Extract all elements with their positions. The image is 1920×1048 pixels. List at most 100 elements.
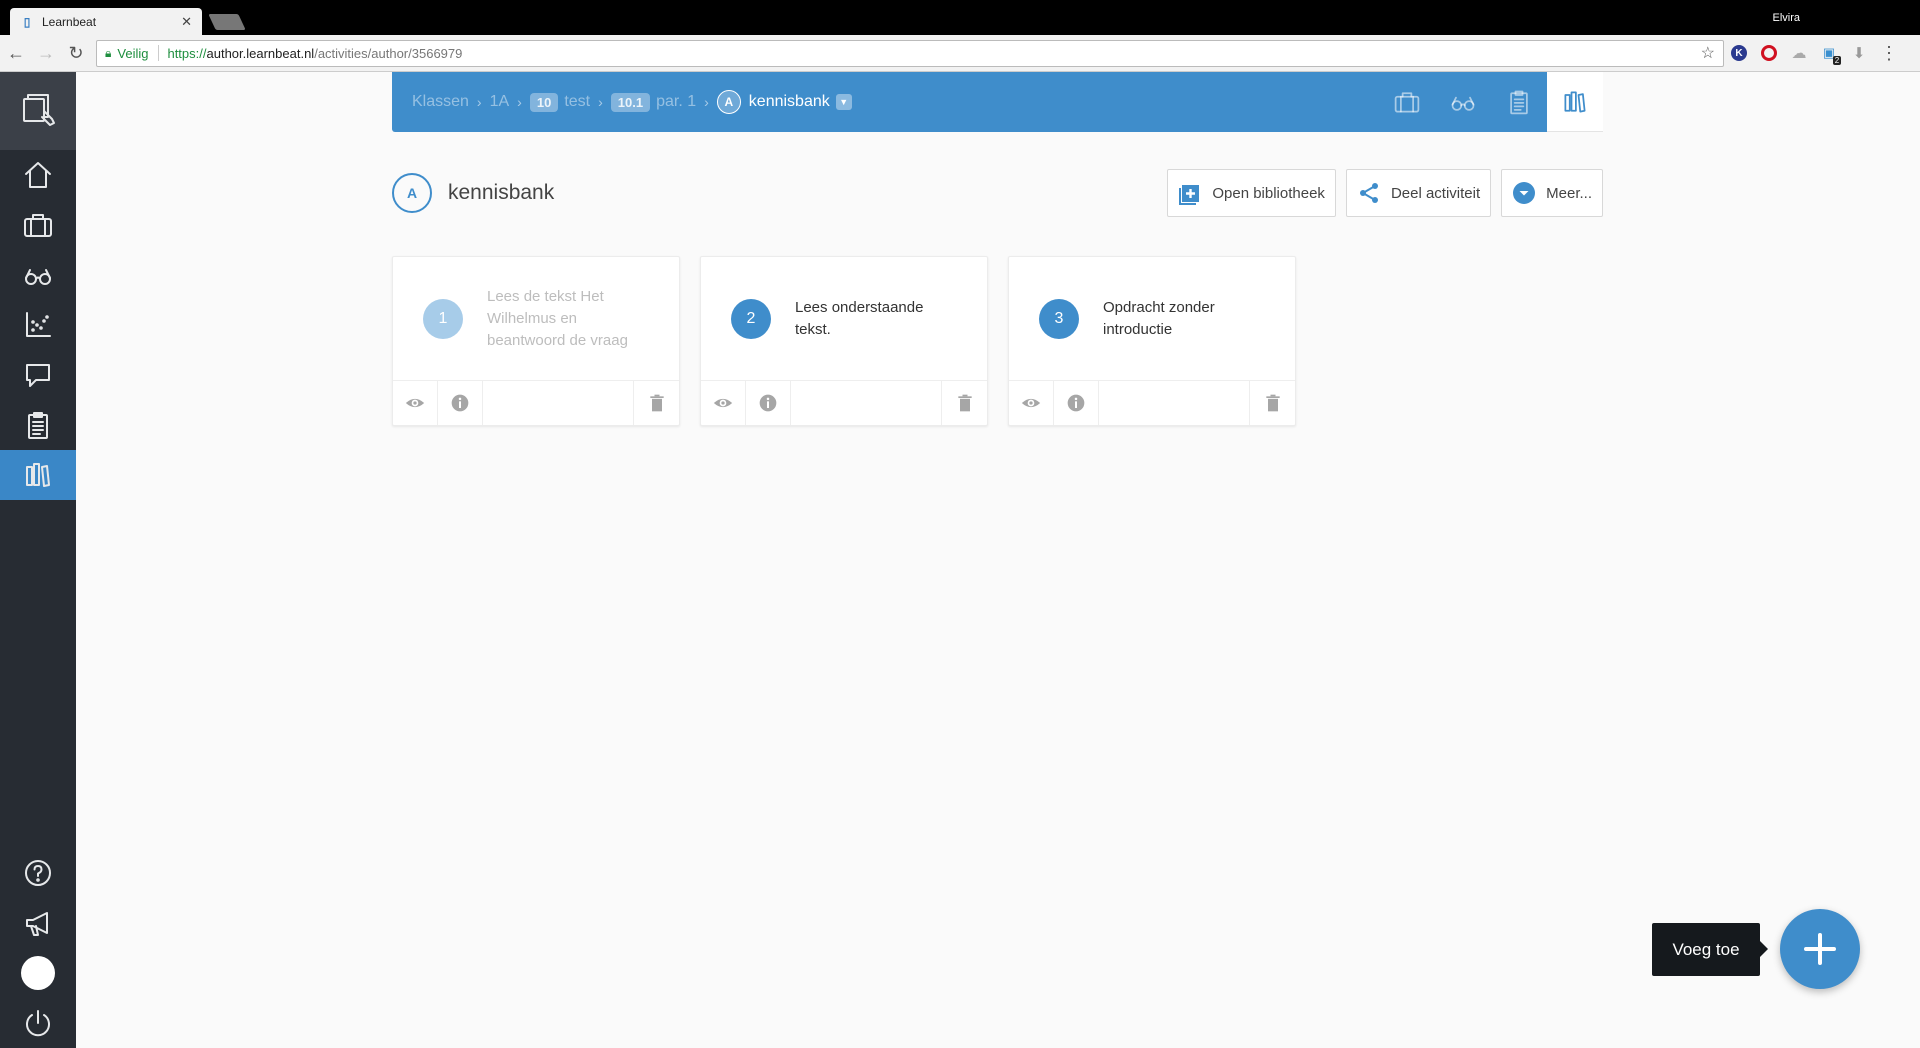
activity-letter-badge: A (716, 90, 741, 114)
chevron-down-icon[interactable]: ▼ (835, 94, 852, 110)
forward-arrow-icon[interactable]: → (32, 39, 60, 67)
trash-icon[interactable] (1250, 381, 1295, 425)
breadcrumb-current-label: kennisbank (748, 93, 830, 110)
lock-extension-icon[interactable]: ▣ 2 (1814, 45, 1844, 65)
breadcrumb-klassen[interactable]: Klassen (412, 93, 469, 111)
bookmark-star-icon[interactable]: ☆ (1701, 43, 1715, 63)
add-library-icon (1179, 185, 1200, 205)
card-actions (393, 380, 679, 425)
browser-menu-icon[interactable]: ⋮ (1874, 43, 1904, 64)
card-body[interactable]: 1 Lees de tekst Het Wilhelmus en beantwo… (393, 257, 679, 380)
activity-card[interactable]: 2 Lees onderstaande tekst. (700, 256, 988, 426)
preview-eye-icon[interactable] (393, 381, 438, 425)
card-footer-spacer (483, 381, 634, 425)
help-icon[interactable] (0, 848, 76, 898)
section-label: par. 1 (656, 93, 697, 110)
clipboard-icon[interactable] (0, 400, 76, 450)
share-activity-button[interactable]: Deel activiteit (1345, 169, 1492, 217)
profile-name[interactable]: Elvira (1772, 12, 1800, 24)
download-extension-icon[interactable]: ⬇ (1844, 44, 1874, 62)
card-body[interactable]: 3 Opdracht zonder introductie (1009, 257, 1295, 380)
kaspersky-extension-icon[interactable]: K (1724, 45, 1754, 61)
author-logo-icon[interactable] (0, 72, 76, 150)
breadcrumb-actions (1379, 72, 1603, 132)
info-icon[interactable] (438, 381, 483, 425)
address-bar[interactable]: 🔒︎ Veilig https://author.learnbeat.nl/ac… (96, 39, 1724, 67)
chevron-right-icon: › (704, 94, 709, 110)
chapter-number-badge: 10 (529, 92, 559, 112)
back-arrow-icon[interactable]: ← (2, 39, 30, 67)
breadcrumb-current[interactable]: A kennisbank ▼ (716, 90, 852, 114)
section-number-badge: 10.1 (610, 92, 651, 112)
card-number: 1 (423, 298, 463, 339)
glasses-icon[interactable] (1435, 72, 1491, 132)
url-scheme: https:// (167, 45, 207, 61)
chevron-right-icon: › (598, 94, 603, 110)
share-icon (1359, 183, 1378, 203)
address-separator (158, 45, 160, 61)
card-actions (1009, 380, 1295, 425)
breadcrumb-class[interactable]: 1A (490, 93, 510, 111)
add-button[interactable] (1780, 909, 1860, 989)
chevron-right-icon: › (517, 94, 522, 110)
learnbeat-favicon-icon: ▯ (23, 14, 31, 29)
megaphone-icon[interactable] (0, 898, 76, 948)
library-icon[interactable] (0, 450, 76, 500)
info-icon[interactable] (746, 381, 791, 425)
secure-label: Veilig (117, 45, 149, 61)
reload-icon[interactable]: ↻ (62, 39, 90, 67)
activity-header: A kennisbank Open bibliotheek Deel activ… (392, 168, 1603, 218)
activity-card[interactable]: 3 Opdracht zonder introductie (1008, 256, 1296, 426)
url-host: author.learnbeat.nl (206, 45, 315, 61)
opera-extension-icon[interactable] (1754, 45, 1784, 61)
tab-title: Learnbeat (42, 14, 97, 29)
card-actions (701, 380, 987, 425)
open-library-button[interactable]: Open bibliotheek (1167, 169, 1336, 217)
activity-card[interactable]: 1 Lees de tekst Het Wilhelmus en beantwo… (392, 256, 680, 426)
tab-close-icon[interactable]: ✕ (181, 14, 192, 30)
browser-tabbar: ▯ Learnbeat ✕ Elvira (0, 0, 1920, 35)
preview-eye-icon[interactable] (1009, 381, 1054, 425)
browser-toolbar: ← → ↻ 🔒︎ Veilig https://author.learnbeat… (0, 35, 1920, 72)
home-icon[interactable] (0, 150, 76, 200)
trash-icon[interactable] (942, 381, 987, 425)
card-text: Opdracht zonder introductie (1103, 298, 1215, 338)
card-number: 2 (731, 298, 771, 339)
activity-letter-badge: A (392, 173, 432, 213)
page-title: kennisbank (448, 181, 555, 204)
more-button[interactable]: Meer... (1501, 169, 1603, 217)
breadcrumb: Klassen › 1A › 10 test › 10.1 par. 1 › A… (392, 72, 1603, 132)
share-activity-label: Deel activiteit (1390, 184, 1481, 202)
trash-icon[interactable] (634, 381, 679, 425)
card-text: Lees de tekst Het Wilhelmus en beantwoor… (487, 287, 628, 349)
card-text: Lees onderstaande tekst. (795, 298, 924, 338)
new-tab-button[interactable] (208, 14, 246, 30)
library-icon[interactable] (1547, 72, 1603, 132)
avatar[interactable] (21, 956, 55, 990)
power-icon[interactable] (0, 998, 76, 1048)
briefcase-icon[interactable] (1379, 72, 1435, 132)
activity-actions: Open bibliotheek Deel activiteit Meer... (1167, 169, 1603, 217)
card-footer-spacer (1099, 381, 1250, 425)
glasses-icon[interactable] (0, 250, 76, 300)
chapter-label: test (564, 93, 591, 110)
breadcrumb-chapter[interactable]: 10 test (529, 92, 591, 112)
app-sidebar (0, 72, 76, 1048)
preview-eye-icon[interactable] (701, 381, 746, 425)
open-library-label: Open bibliotheek (1212, 184, 1325, 202)
browser-tab[interactable]: ▯ Learnbeat ✕ (10, 8, 202, 35)
clipboard-icon[interactable] (1491, 72, 1547, 132)
chat-icon[interactable] (0, 350, 76, 400)
briefcase-icon[interactable] (0, 200, 76, 250)
url-path: /activities/author/3566979 (314, 45, 463, 61)
info-icon[interactable] (1054, 381, 1099, 425)
card-body[interactable]: 2 Lees onderstaande tekst. (701, 257, 987, 380)
chart-icon[interactable] (0, 300, 76, 350)
avatar-item[interactable] (0, 948, 76, 998)
plus-icon (1804, 933, 1836, 965)
lock-icon: 🔒︎ (105, 45, 112, 60)
breadcrumb-section[interactable]: 10.1 par. 1 (610, 92, 697, 112)
cloud-extension-icon[interactable]: ☁ (1784, 44, 1814, 62)
activity-cards: 1 Lees de tekst Het Wilhelmus en beantwo… (392, 256, 1296, 426)
add-tooltip: Voeg toe (1652, 923, 1768, 976)
